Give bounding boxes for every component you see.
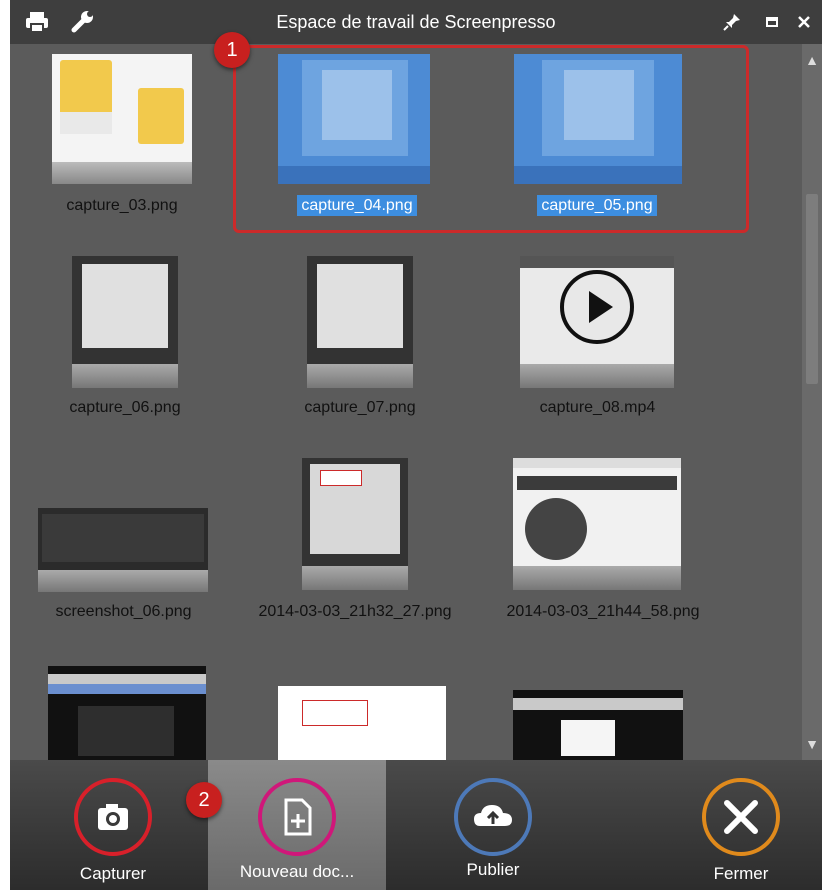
capture-button[interactable]: Capturer: [38, 760, 188, 890]
publish-label: Publier: [466, 860, 520, 879]
thumbnail-image: [72, 256, 178, 388]
thumbnail-label: screenshot_06.png: [55, 603, 192, 620]
capture-icon: [74, 778, 152, 856]
thumbnail-label: capture_03.png: [66, 197, 178, 214]
thumbnail-2014-03-03-21h32[interactable]: 2014-03-03_21h32_27.png: [250, 458, 460, 628]
thumbnail-image: [513, 458, 681, 590]
new-document-button[interactable]: Nouveau doc...: [208, 760, 386, 890]
thumbnail-screenshot-06[interactable]: screenshot_06.png: [36, 458, 211, 628]
thumbnail-capture-08[interactable]: capture_08.mp4: [515, 256, 680, 426]
new-document-icon: [258, 778, 336, 856]
scroll-thumb[interactable]: [806, 194, 818, 384]
thumbnail-image: [520, 256, 674, 388]
thumbnail-capture-03[interactable]: capture_03.png: [52, 54, 192, 224]
thumbnail-image: [307, 256, 413, 388]
thumbnail-image: [302, 458, 408, 590]
window-title: Espace de travail de Screenpresso: [276, 12, 556, 32]
thumbnail-image: [513, 690, 683, 760]
selection-annotation-box: [233, 45, 749, 233]
thumbnail-label: capture_06.png: [69, 399, 181, 416]
screenpresso-window: Espace de travail de Screenpresso captur…: [10, 0, 822, 890]
thumbnail-label: 2014-03-03_21h44_58.png: [506, 603, 700, 620]
scroll-down-icon[interactable]: ▼: [802, 734, 822, 754]
thumbnail-image: [48, 666, 206, 760]
play-icon: [560, 270, 634, 344]
thumbnail-image: [52, 54, 192, 184]
title-bar: Espace de travail de Screenpresso: [10, 0, 822, 44]
scroll-up-icon[interactable]: ▲: [802, 50, 822, 70]
thumbnail-capture-06[interactable]: capture_06.png: [50, 256, 200, 426]
thumbnail-label: 2014-03-03_21h32_27.png: [258, 603, 452, 620]
pin-icon[interactable]: [722, 12, 742, 32]
thumbnail-label: capture_07.png: [304, 399, 416, 416]
maximize-icon[interactable]: [762, 12, 782, 32]
thumbnail-2014-03-03-21h44[interactable]: 2014-03-03_21h44_58.png: [488, 458, 718, 628]
close-icon: [702, 778, 780, 856]
close-window-icon[interactable]: [794, 12, 814, 32]
thumbnail-capture-07[interactable]: capture_07.png: [285, 256, 435, 426]
thumbnail-row4-1[interactable]: [48, 666, 208, 760]
thumbnail-image: [278, 686, 446, 760]
close-button[interactable]: Fermer: [666, 760, 816, 890]
bottom-toolbar: Capturer Nouveau doc... Publier Fermer: [10, 760, 822, 890]
new-document-label: Nouveau doc...: [239, 862, 355, 881]
annotation-badge-2: 2: [186, 782, 222, 818]
close-label: Fermer: [713, 864, 769, 883]
thumbnail-row4-3[interactable]: [513, 690, 685, 760]
capture-label: Capturer: [79, 864, 147, 883]
publish-button[interactable]: Publier: [418, 760, 568, 890]
thumbnail-row4-2[interactable]: [278, 686, 446, 760]
annotation-badge-1: 1: [214, 32, 250, 68]
vertical-scrollbar[interactable]: ▲ ▼: [802, 44, 822, 760]
thumbnail-image: [38, 508, 208, 592]
cloud-upload-icon: [454, 778, 532, 856]
thumbnail-label: capture_08.mp4: [539, 399, 656, 416]
